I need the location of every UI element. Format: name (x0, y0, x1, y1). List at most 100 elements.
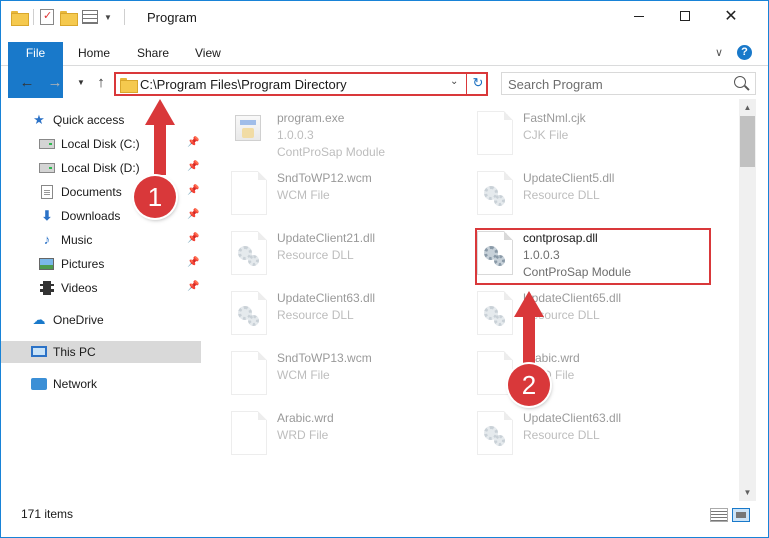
sidebar-item-label: Local Disk (C:) (61, 137, 140, 151)
file-name: FastNml.cjk (523, 111, 586, 125)
sidebar-item-label: Network (53, 377, 98, 391)
file-item-sndtowp12-wcm[interactable]: SndToWP12.wcm WCM File (231, 171, 471, 227)
file-item-updateclient21-dll[interactable]: UpdateClient21.dll Resource DLL (231, 231, 471, 287)
file-version: 1.0.0.3 (277, 128, 314, 142)
tab-share[interactable]: Share (137, 42, 169, 65)
sidebar-item-this-pc[interactable]: This PC (1, 341, 201, 363)
properties-icon[interactable] (40, 9, 54, 25)
pin-icon[interactable]: 📌 (187, 185, 199, 196)
sidebar-item-local-disk-d[interactable]: Local Disk (D:) 📌 (1, 157, 201, 179)
sidebar-item-music[interactable]: ♪ Music 📌 (1, 229, 201, 251)
sidebar-item-label: Local Disk (D:) (61, 161, 140, 175)
folder-icon (120, 78, 138, 93)
close-button[interactable]: ✕ (708, 1, 754, 31)
dll-icon (231, 231, 267, 275)
file-name: UpdateClient63.dll (523, 411, 622, 425)
pin-icon[interactable]: 📌 (187, 281, 199, 292)
item-count: 171 items (21, 507, 74, 521)
up-arrow-icon[interactable]: ↑ (91, 73, 111, 93)
search-box[interactable] (501, 72, 756, 95)
dll-icon (477, 411, 513, 455)
view-options-icon[interactable] (82, 10, 98, 24)
music-icon: ♪ (43, 232, 51, 247)
tab-home[interactable]: Home (78, 42, 110, 65)
file-type: WRD File (277, 428, 329, 442)
file-item-updateclient63-dll[interactable]: UpdateClient63.dll Resource DLL (231, 291, 471, 347)
file-type: Resource DLL (523, 188, 600, 202)
file-name: SndToWP13.wcm (277, 351, 372, 365)
dll-icon (477, 171, 513, 215)
pin-icon[interactable]: 📌 (187, 257, 199, 268)
window-title: Program (147, 10, 197, 25)
maximize-button[interactable] (662, 1, 708, 31)
star-icon: ★ (33, 112, 45, 127)
file-item-updateclient63-dll[interactable]: UpdateClient63.dll Resource DLL (477, 411, 717, 467)
pin-icon[interactable]: 📌 (187, 209, 199, 220)
file-item-fastnml-cjk[interactable]: FastNml.cjk CJK File (477, 111, 717, 167)
address-dropdown-icon[interactable]: ⌄ (450, 76, 458, 87)
computer-icon (31, 345, 47, 359)
scroll-down-icon[interactable]: ▼ (739, 484, 756, 501)
videos-icon (39, 281, 55, 295)
file-name: UpdateClient63.dll (277, 291, 376, 305)
target-file-highlight (475, 228, 711, 285)
file-item-updateclient65-dll[interactable]: UpdateClient65.dll Resource DLL (477, 291, 717, 347)
sidebar-item-label: OneDrive (53, 313, 104, 327)
sidebar-item-label: Documents (61, 185, 122, 199)
tiles-view-icon[interactable] (732, 508, 750, 522)
forward-arrow-icon[interactable]: → (45, 73, 65, 93)
file-type: Resource DLL (277, 248, 354, 262)
sidebar-item-pictures[interactable]: Pictures 📌 (1, 253, 201, 275)
file-name: program.exe (277, 111, 345, 125)
sidebar-item-onedrive[interactable]: ☁ OneDrive (1, 309, 201, 331)
details-view-icon[interactable] (710, 508, 728, 522)
network-icon (31, 377, 47, 391)
search-icon[interactable] (734, 76, 746, 88)
drive-icon (39, 137, 55, 151)
minimize-icon (634, 15, 644, 17)
quick-access-toolbar: ▼ (11, 9, 125, 26)
recent-locations-icon[interactable]: ▼ (71, 73, 91, 93)
file-explorer-window: ▼ Program ✕ File Home Share View ∨ ? ← →… (0, 0, 769, 538)
ribbon-tabs: File Home Share View ∨ ? (1, 42, 768, 98)
pin-icon[interactable]: 📌 (187, 233, 199, 244)
sidebar-item-label: Pictures (61, 257, 105, 271)
download-icon: ⬇ (41, 208, 53, 223)
expand-ribbon-icon[interactable]: ∨ (715, 46, 723, 59)
back-arrow-icon[interactable]: ← (17, 73, 37, 93)
address-bar[interactable]: C:\Program Files\Program Directory ⌄ ↻ (114, 72, 488, 96)
documents-icon (39, 185, 55, 199)
file-item-arabic-wrd[interactable]: Arabic.wrd WRD File (231, 411, 471, 467)
minimize-button[interactable] (616, 1, 662, 31)
chevron-down-icon[interactable]: ▼ (104, 13, 112, 22)
pin-icon[interactable]: 📌 (187, 161, 199, 172)
vertical-scrollbar[interactable]: ▲ ▼ (739, 99, 756, 501)
exe-icon (231, 111, 267, 155)
new-folder-icon[interactable] (60, 10, 78, 26)
blank-file-icon (231, 351, 267, 395)
pin-icon[interactable]: 📌 (187, 137, 199, 148)
sidebar-item-local-disk-c[interactable]: Local Disk (C:) 📌 (1, 133, 201, 155)
file-item-sndtowp13-wcm[interactable]: SndToWP13.wcm WCM File (231, 351, 471, 407)
step-badge-1: 1 (134, 176, 176, 218)
help-icon[interactable]: ? (737, 45, 752, 60)
file-item-updateclient5-dll[interactable]: UpdateClient5.dll Resource DLL (477, 171, 717, 227)
annotation-arrow-head-1 (145, 99, 175, 125)
scroll-up-icon[interactable]: ▲ (739, 99, 756, 116)
navigation-pane: ★ Quick access Local Disk (C:) 📌 Local D… (1, 105, 203, 501)
file-item-program-exe[interactable]: program.exe 1.0.0.3 ContProSap Module (231, 111, 471, 167)
search-input[interactable] (508, 76, 723, 92)
toolbar-divider (123, 9, 125, 25)
blank-file-icon (231, 171, 267, 215)
file-type: Resource DLL (523, 428, 600, 442)
file-name: Arabic.wrd (277, 411, 334, 425)
sidebar-item-videos[interactable]: Videos 📌 (1, 277, 201, 299)
scrollbar-thumb[interactable] (740, 116, 755, 167)
sidebar-item-network[interactable]: Network (1, 373, 201, 395)
tab-view[interactable]: View (195, 42, 221, 65)
annotation-arrow-shaft-1 (154, 123, 166, 175)
file-name: UpdateClient21.dll (277, 231, 376, 245)
address-divider (466, 74, 467, 94)
address-path[interactable]: C:\Program Files\Program Directory (140, 77, 347, 92)
refresh-icon[interactable]: ↻ (470, 75, 486, 91)
